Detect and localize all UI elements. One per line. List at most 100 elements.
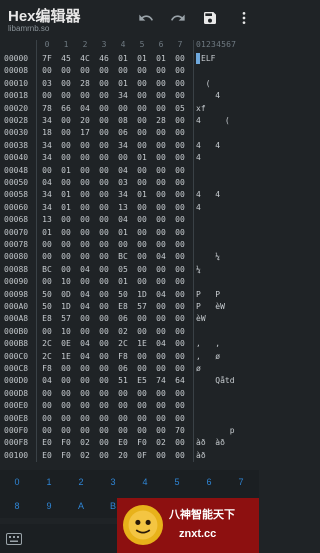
ascii-text[interactable]: 4 (	[196, 115, 230, 126]
hex-byte[interactable]: 00	[115, 239, 131, 250]
hex-byte[interactable]: 00	[58, 90, 74, 101]
hex-grid[interactable]: 00000 7F 45 4C 46 01 01 01 00 ELF 00008 00 00 00 00 00 0…	[0, 53, 259, 463]
hex-byte[interactable]: 01	[58, 202, 74, 213]
hex-byte[interactable]: 2C	[115, 338, 131, 349]
hex-byte[interactable]: 00	[39, 326, 55, 337]
hex-byte[interactable]: 00	[115, 103, 131, 114]
hex-byte[interactable]: 04	[77, 351, 93, 362]
hex-byte[interactable]: 00	[134, 351, 150, 362]
hex-byte[interactable]: 00	[39, 413, 55, 424]
hex-byte[interactable]: 03	[115, 177, 131, 188]
hex-byte[interactable]: 00	[153, 189, 169, 200]
hex-byte[interactable]: 00	[96, 363, 112, 374]
hex-byte[interactable]: 00	[96, 450, 112, 461]
hex-byte[interactable]: 00	[58, 127, 74, 138]
hex-byte[interactable]: E0	[39, 450, 55, 461]
hex-byte[interactable]: 02	[77, 450, 93, 461]
hex-byte[interactable]: E5	[134, 375, 150, 386]
hex-byte[interactable]: 00	[96, 152, 112, 163]
hex-byte[interactable]: 00	[58, 375, 74, 386]
ascii-text[interactable]: Qåtd	[196, 375, 234, 386]
hex-byte[interactable]: 34	[115, 90, 131, 101]
hex-byte[interactable]: 00	[96, 227, 112, 238]
hex-byte[interactable]: 00	[77, 165, 93, 176]
hex-byte[interactable]: 04	[153, 289, 169, 300]
hex-byte[interactable]: 10	[58, 276, 74, 287]
hex-byte[interactable]: 00	[172, 53, 188, 64]
hex-byte[interactable]: 00	[153, 450, 169, 461]
hex-byte[interactable]: 00	[96, 264, 112, 275]
hex-byte[interactable]: 00	[153, 140, 169, 151]
ascii-text[interactable]: 4	[196, 202, 201, 213]
ascii-text[interactable]: àð	[196, 450, 206, 461]
hex-byte[interactable]: 00	[172, 189, 188, 200]
hex-byte[interactable]: 00	[172, 276, 188, 287]
hex-byte[interactable]: 34	[39, 202, 55, 213]
hex-byte[interactable]: 00	[172, 351, 188, 362]
hex-byte[interactable]: 34	[39, 115, 55, 126]
hex-byte[interactable]: 00	[153, 363, 169, 374]
hex-byte[interactable]: BC	[39, 264, 55, 275]
hex-byte[interactable]: 00	[96, 338, 112, 349]
hex-byte[interactable]: 05	[115, 264, 131, 275]
hex-byte[interactable]: 00	[153, 214, 169, 225]
hex-byte[interactable]: 00	[58, 239, 74, 250]
hex-byte[interactable]: 00	[134, 276, 150, 287]
hex-byte[interactable]: 10	[58, 326, 74, 337]
hex-byte[interactable]: 00	[96, 127, 112, 138]
key-7[interactable]: 7	[226, 472, 256, 492]
hex-byte[interactable]: 01	[39, 227, 55, 238]
hex-byte[interactable]: 00	[96, 202, 112, 213]
hex-byte[interactable]: 00	[153, 276, 169, 287]
hex-byte[interactable]: 00	[134, 264, 150, 275]
hex-byte[interactable]: 03	[39, 78, 55, 89]
key-3[interactable]: 3	[98, 472, 128, 492]
hex-byte[interactable]: 00	[77, 214, 93, 225]
hex-byte[interactable]: 2C	[39, 351, 55, 362]
hex-byte[interactable]: 00	[96, 351, 112, 362]
ascii-text[interactable]: (	[196, 78, 211, 89]
hex-byte[interactable]: 00	[58, 214, 74, 225]
hex-byte[interactable]: 00	[153, 65, 169, 76]
hex-byte[interactable]: 7F	[39, 53, 55, 64]
key-1[interactable]: 1	[34, 472, 64, 492]
hex-byte[interactable]: 00	[172, 202, 188, 213]
hex-byte[interactable]: 02	[153, 437, 169, 448]
key-a[interactable]: A	[66, 496, 96, 516]
hex-byte[interactable]: 00	[96, 289, 112, 300]
hex-byte[interactable]: 00	[153, 78, 169, 89]
hex-byte[interactable]: 00	[115, 65, 131, 76]
hex-byte[interactable]: 00	[134, 363, 150, 374]
hex-byte[interactable]: 00	[172, 338, 188, 349]
hex-byte[interactable]: 00	[77, 177, 93, 188]
hex-byte[interactable]: 00	[134, 103, 150, 114]
hex-byte[interactable]: 00	[77, 425, 93, 436]
hex-byte[interactable]: 00	[58, 400, 74, 411]
hex-byte[interactable]: 00	[134, 388, 150, 399]
hex-byte[interactable]: 34	[115, 189, 131, 200]
hex-byte[interactable]: 00	[153, 413, 169, 424]
hex-byte[interactable]: 00	[115, 152, 131, 163]
hex-byte[interactable]: 00	[115, 413, 131, 424]
hex-byte[interactable]: 00	[77, 202, 93, 213]
hex-byte[interactable]: 00	[77, 388, 93, 399]
more-vert-icon[interactable]	[234, 8, 254, 28]
hex-byte[interactable]: 00	[96, 388, 112, 399]
key-2[interactable]: 2	[66, 472, 96, 492]
hex-byte[interactable]: 00	[96, 326, 112, 337]
hex-byte[interactable]: 04	[39, 375, 55, 386]
hex-byte[interactable]: 04	[77, 338, 93, 349]
hex-byte[interactable]: 00	[153, 202, 169, 213]
hex-byte[interactable]: 04	[77, 103, 93, 114]
hex-byte[interactable]: 34	[39, 140, 55, 151]
hex-byte[interactable]: 00	[172, 313, 188, 324]
hex-byte[interactable]: 34	[39, 189, 55, 200]
hex-byte[interactable]: 00	[153, 351, 169, 362]
hex-byte[interactable]: 00	[96, 375, 112, 386]
hex-byte[interactable]: 05	[172, 103, 188, 114]
hex-byte[interactable]: 00	[96, 189, 112, 200]
hex-byte[interactable]: 00	[39, 165, 55, 176]
hex-byte[interactable]: 00	[115, 400, 131, 411]
hex-byte[interactable]: 00	[96, 251, 112, 262]
ascii-text[interactable]: ¼	[196, 251, 220, 262]
